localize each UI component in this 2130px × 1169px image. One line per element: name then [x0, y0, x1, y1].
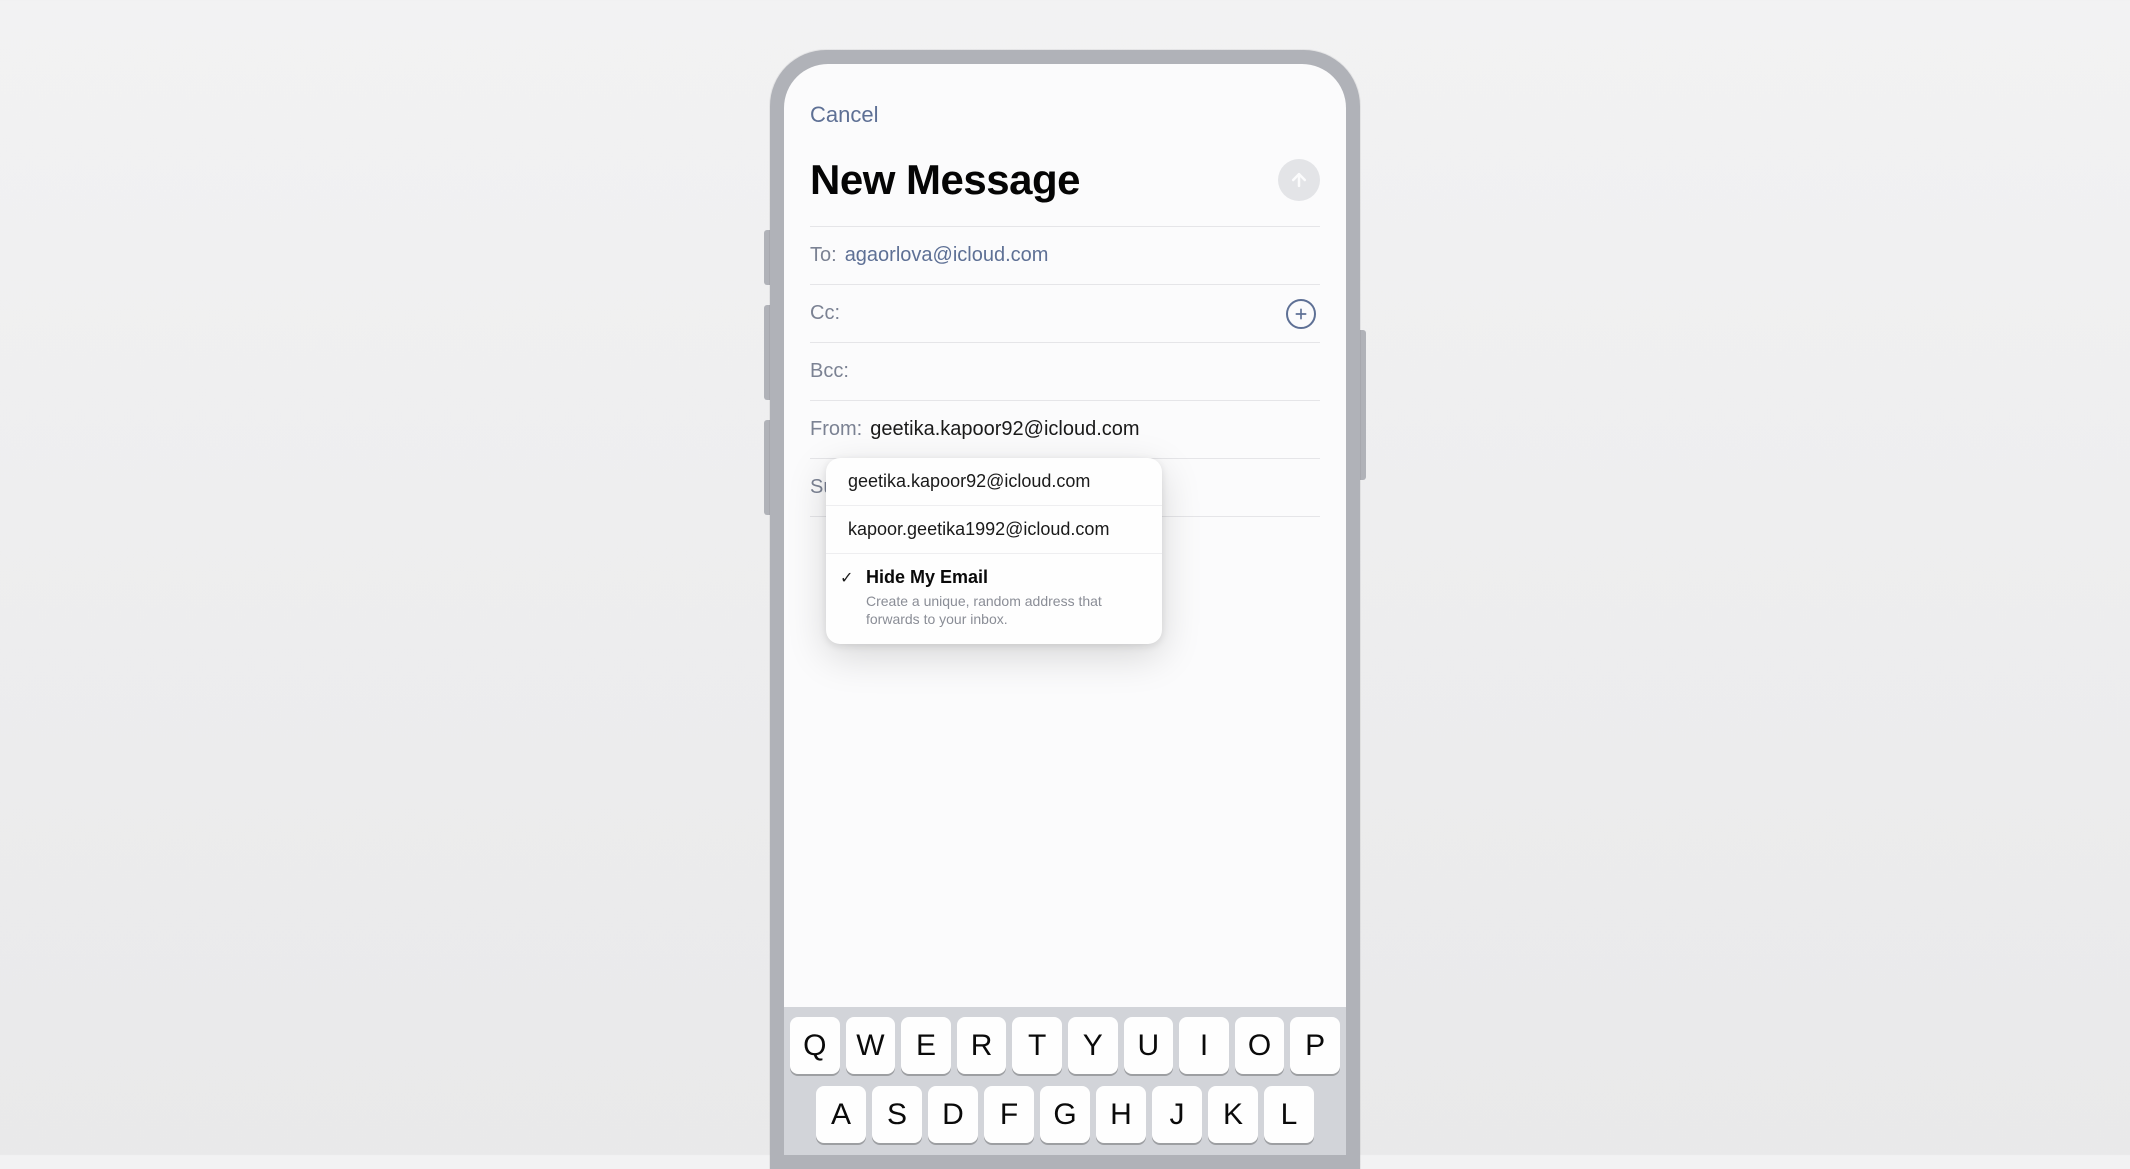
cc-field[interactable]: Cc: [810, 284, 1320, 342]
key-g[interactable]: G [1040, 1086, 1090, 1143]
key-q[interactable]: Q [790, 1017, 840, 1074]
hide-my-email-title: Hide My Email [866, 567, 1140, 588]
key-s[interactable]: S [872, 1086, 922, 1143]
keyboard-row-1: Q W E R T Y U I O P [790, 1017, 1340, 1074]
key-p[interactable]: P [1290, 1017, 1340, 1074]
key-f[interactable]: F [984, 1086, 1034, 1143]
to-value: agaorlova@icloud.com [845, 244, 1049, 267]
hide-my-email-subtitle: Create a unique, random address that for… [866, 592, 1140, 628]
phone-body: Cancel New Message To: agaorlova@icloud.… [770, 50, 1360, 1169]
dropdown-option-hide-my-email[interactable]: ✓ Hide My Email Create a unique, random … [826, 554, 1162, 644]
page-title: New Message [810, 156, 1080, 204]
screen: Cancel New Message To: agaorlova@icloud.… [784, 64, 1346, 1155]
key-t[interactable]: T [1012, 1017, 1062, 1074]
key-i[interactable]: I [1179, 1017, 1229, 1074]
key-d[interactable]: D [928, 1086, 978, 1143]
from-value: geetika.kapoor92@icloud.com [870, 418, 1139, 441]
cc-label: Cc: [810, 302, 840, 325]
phone-frame: Cancel New Message To: agaorlova@icloud.… [770, 50, 1360, 1169]
check-icon: ✓ [840, 568, 853, 588]
key-y[interactable]: Y [1068, 1017, 1118, 1074]
key-l[interactable]: L [1264, 1086, 1314, 1143]
keyboard-row-2: A S D F G H J K L [790, 1086, 1340, 1143]
bcc-label: Bcc: [810, 360, 849, 383]
key-w[interactable]: W [846, 1017, 896, 1074]
from-dropdown: geetika.kapoor92@icloud.com kapoor.geeti… [826, 458, 1162, 644]
key-e[interactable]: E [901, 1017, 951, 1074]
bcc-field[interactable]: Bcc: [810, 342, 1320, 400]
power-button [1360, 330, 1366, 480]
keyboard: Q W E R T Y U I O P A S D F G H [784, 1007, 1346, 1155]
to-label: To: [810, 244, 837, 267]
key-u[interactable]: U [1124, 1017, 1174, 1074]
key-h[interactable]: H [1096, 1086, 1146, 1143]
from-field[interactable]: From: geetika.kapoor92@icloud.com [810, 400, 1320, 458]
key-k[interactable]: K [1208, 1086, 1258, 1143]
key-r[interactable]: R [957, 1017, 1007, 1074]
cancel-button[interactable]: Cancel [810, 102, 878, 128]
arrow-up-icon [1289, 170, 1309, 190]
key-a[interactable]: A [816, 1086, 866, 1143]
title-row: New Message [810, 156, 1320, 204]
send-button[interactable] [1278, 159, 1320, 201]
plus-icon [1293, 306, 1309, 322]
from-label: From: [810, 418, 862, 441]
dropdown-option-0[interactable]: geetika.kapoor92@icloud.com [826, 458, 1162, 506]
to-field[interactable]: To: agaorlova@icloud.com [810, 226, 1320, 284]
add-contact-button[interactable] [1286, 299, 1316, 329]
key-j[interactable]: J [1152, 1086, 1202, 1143]
dropdown-option-1[interactable]: kapoor.geetika1992@icloud.com [826, 506, 1162, 554]
key-o[interactable]: O [1235, 1017, 1285, 1074]
